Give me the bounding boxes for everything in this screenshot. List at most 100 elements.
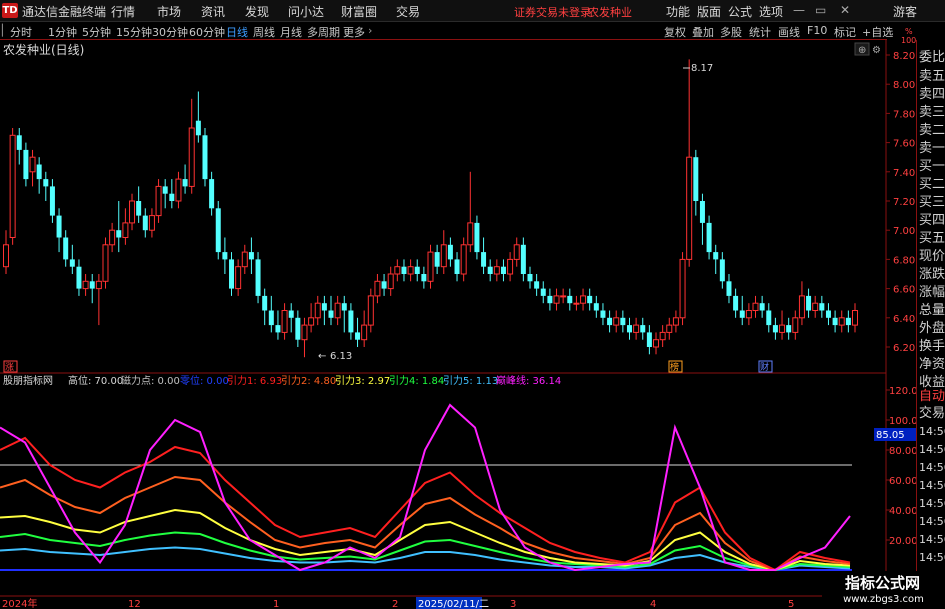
- candle-body: [427, 251, 434, 282]
- candle-body: [235, 266, 242, 290]
- candle-body: [772, 325, 778, 333]
- candle-body: [726, 281, 732, 296]
- candle-body: [460, 244, 467, 275]
- yinli1-value: 引力1: 6.93: [227, 374, 282, 387]
- lingwei-value: 零位: 0.00: [180, 374, 229, 387]
- candle-body: [792, 317, 799, 333]
- candle-body: [806, 295, 812, 311]
- quote-label-sell5: 卖五: [919, 69, 945, 84]
- chart-area[interactable]: 8.20 8.00 7.80 7.60 7.40 7.20 7.00 6.80 6.60 6.40…: [0, 0, 916, 609]
- candle-body: [136, 201, 142, 216]
- candle-body: [540, 288, 546, 296]
- quote-label-net-assets: 净资: [919, 357, 945, 372]
- price-tick-label: 6.40: [893, 314, 915, 325]
- candle-body: [646, 332, 652, 347]
- candle-body: [361, 324, 368, 341]
- candle-body: [633, 324, 640, 333]
- candle-body: [381, 281, 387, 289]
- candle-body: [3, 244, 9, 268]
- pct-label: %: [905, 27, 913, 36]
- candle-body: [255, 259, 261, 296]
- yinli2-value: 引力2: 4.80: [281, 374, 336, 387]
- tick-time: 14:56: [919, 479, 945, 492]
- candle-body: [560, 295, 567, 298]
- candle-body: [573, 302, 580, 305]
- candle-body: [733, 295, 739, 311]
- tick-time: 14:56: [919, 551, 945, 564]
- quote-label-sell2: 卖二: [919, 123, 945, 138]
- candle-body: [142, 215, 148, 231]
- candle-body: [798, 295, 805, 319]
- candle-body: [29, 156, 36, 173]
- candle-body: [600, 310, 606, 318]
- candle-body: [82, 280, 89, 290]
- tick-time: 14:56: [919, 497, 945, 510]
- price-tick-label: 6.80: [893, 255, 915, 266]
- candle-body: [262, 295, 268, 311]
- indicator-tick-label: 40.00: [889, 506, 916, 517]
- candle-body: [852, 310, 858, 326]
- indicator-tick-label: 60.00: [889, 476, 916, 487]
- candle-body: [706, 222, 712, 253]
- dianfeng-line: [0, 403, 851, 572]
- candle-body: [36, 164, 42, 180]
- candle-body: [745, 310, 752, 319]
- candle-body: [500, 266, 506, 274]
- candle-body: [281, 310, 288, 333]
- price-tick-label: 6.60: [893, 285, 915, 296]
- quote-label-buy1: 买一: [919, 159, 945, 174]
- candle-body: [129, 200, 136, 224]
- candle-body: [175, 178, 182, 202]
- candle-body: [169, 193, 175, 201]
- price-tick-label: 8.20: [893, 51, 915, 62]
- candle-body: [719, 259, 725, 282]
- indicator-tick-label: 80.00: [889, 446, 916, 457]
- candle-body: [493, 266, 500, 275]
- candle-body: [474, 222, 480, 253]
- time-axis-label: 2024年: [2, 597, 37, 609]
- candle-body: [620, 317, 626, 326]
- candle-body: [341, 303, 347, 311]
- candle-body: [76, 266, 82, 289]
- trade-label[interactable]: 交易: [919, 402, 945, 421]
- time-axis-label: 2025/02/11/二: [418, 599, 489, 609]
- candle-body: [786, 325, 792, 333]
- candle-body: [653, 339, 660, 348]
- time-axis-label: 4: [650, 599, 656, 609]
- candle-body: [666, 324, 673, 333]
- candle-body: [314, 302, 321, 319]
- candle-body: [713, 252, 719, 260]
- candle-body: [686, 156, 693, 260]
- candle-body: [567, 295, 573, 304]
- price-tick-label: 7.60: [893, 139, 915, 150]
- candle-body: [587, 295, 593, 304]
- candle-body: [355, 332, 361, 340]
- candle-body: [513, 244, 520, 260]
- indicator-tick-label: 100.00: [889, 416, 916, 427]
- current-value-text: 85.05: [876, 430, 905, 441]
- settings-icon[interactable]: ⚙: [872, 45, 881, 56]
- indicator-tick-label: 120.00: [889, 386, 916, 397]
- candle-body: [679, 258, 686, 319]
- low-price-label: 6.13: [330, 351, 352, 362]
- indicator-name[interactable]: 股朋指标网: [3, 374, 53, 387]
- pct-scale-label: 100: [901, 36, 916, 45]
- quote-label-volume: 总量: [919, 303, 945, 318]
- yinli5-value: 引力5: 1.13: [443, 374, 498, 387]
- candle-body: [580, 295, 587, 304]
- candle-body: [63, 237, 69, 260]
- quote-label-change: 涨跌: [919, 267, 945, 282]
- candle-body: [547, 295, 553, 304]
- dianfeng-value: 巅峰线: 36.14: [496, 374, 561, 387]
- candle-body: [288, 310, 294, 318]
- quote-label-buy4: 买四: [919, 213, 945, 228]
- candle-body: [95, 280, 102, 290]
- candle-body: [195, 120, 201, 136]
- candle-body: [845, 317, 851, 326]
- candle-body: [481, 252, 487, 267]
- price-tick-label: 7.80: [893, 109, 915, 120]
- candle-body: [467, 222, 474, 246]
- time-axis-label: 3: [510, 599, 516, 609]
- tick-time: 14:56: [919, 533, 945, 546]
- candle-body: [116, 230, 122, 238]
